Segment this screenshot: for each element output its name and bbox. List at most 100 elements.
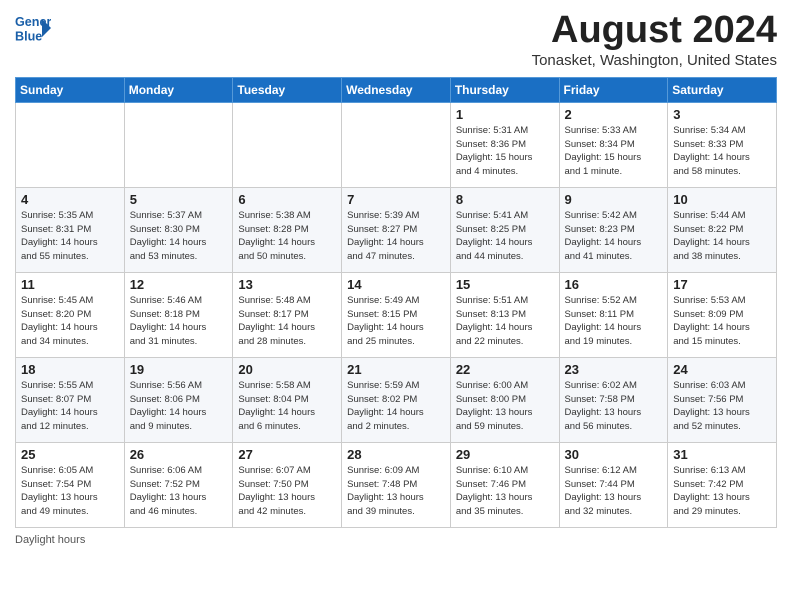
day-cell: 9Sunrise: 5:42 AM Sunset: 8:23 PM Daylig… bbox=[559, 187, 668, 272]
month-title: August 2024 bbox=[532, 10, 777, 52]
day-cell bbox=[233, 102, 342, 187]
day-info: Sunrise: 5:51 AM Sunset: 8:13 PM Dayligh… bbox=[456, 294, 554, 349]
day-number: 22 bbox=[456, 362, 554, 377]
day-number: 12 bbox=[130, 277, 228, 292]
day-info: Sunrise: 6:03 AM Sunset: 7:56 PM Dayligh… bbox=[673, 379, 771, 434]
day-cell: 4 Sunrise: 5:35 AM Sunset: 8:31 PM Daylig… bbox=[16, 187, 125, 272]
week-row-4: 18 Sunrise: 5:55 AM Sunset: 8:07 PM Dayli… bbox=[16, 357, 777, 442]
day-number: 17 bbox=[673, 277, 771, 292]
day-cell: 5 Sunrise: 5:37 AM Sunset: 8:30 PM Daylig… bbox=[124, 187, 233, 272]
col-header-friday: Friday bbox=[559, 77, 668, 102]
day-info: Sunrise: 5:58 AM Sunset: 8:04 PM Dayligh… bbox=[238, 379, 336, 434]
location-subtitle: Tonasket, Washington, United States bbox=[532, 52, 777, 69]
day-info: Sunrise: 6:06 AM Sunset: 7:52 PM Dayligh… bbox=[130, 464, 228, 519]
day-number: 6 bbox=[238, 192, 336, 207]
day-cell: 16 Sunrise: 5:52 AM Sunset: 8:11 PM Dayli… bbox=[559, 272, 668, 357]
day-cell bbox=[342, 102, 451, 187]
day-info: Sunrise: 5:33 AM Sunset: 8:34 PM Dayligh… bbox=[565, 124, 663, 179]
day-cell: 24 Sunrise: 6:03 AM Sunset: 7:56 PM Dayli… bbox=[668, 357, 777, 442]
day-info: Sunrise: 6:00 AM Sunset: 8:00 PM Dayligh… bbox=[456, 379, 554, 434]
day-cell: 29Sunrise: 6:10 AM Sunset: 7:46 PM Dayli… bbox=[450, 442, 559, 527]
calendar-table: SundayMondayTuesdayWednesdayThursdayFrid… bbox=[15, 77, 777, 528]
day-info: Sunrise: 5:31 AM Sunset: 8:36 PM Dayligh… bbox=[456, 124, 554, 179]
week-row-1: 1 Sunrise: 5:31 AM Sunset: 8:36 PM Daylig… bbox=[16, 102, 777, 187]
day-info: Sunrise: 5:59 AM Sunset: 8:02 PM Dayligh… bbox=[347, 379, 445, 434]
day-number: 30 bbox=[565, 447, 663, 462]
svg-text:Blue: Blue bbox=[15, 30, 42, 44]
day-cell bbox=[16, 102, 125, 187]
logo-icon: General Blue bbox=[15, 10, 51, 46]
day-info: Sunrise: 5:37 AM Sunset: 8:30 PM Dayligh… bbox=[130, 209, 228, 264]
day-cell bbox=[124, 102, 233, 187]
day-cell: 2 Sunrise: 5:33 AM Sunset: 8:34 PM Daylig… bbox=[559, 102, 668, 187]
day-cell: 11 Sunrise: 5:45 AM Sunset: 8:20 PM Dayli… bbox=[16, 272, 125, 357]
day-cell: 15 Sunrise: 5:51 AM Sunset: 8:13 PM Dayli… bbox=[450, 272, 559, 357]
day-info: Sunrise: 5:45 AM Sunset: 8:20 PM Dayligh… bbox=[21, 294, 119, 349]
day-cell: 1 Sunrise: 5:31 AM Sunset: 8:36 PM Daylig… bbox=[450, 102, 559, 187]
day-number: 4 bbox=[21, 192, 119, 207]
col-header-sunday: Sunday bbox=[16, 77, 125, 102]
calendar-header-row: SundayMondayTuesdayWednesdayThursdayFrid… bbox=[16, 77, 777, 102]
day-number: 1 bbox=[456, 107, 554, 122]
day-info: Sunrise: 5:53 AM Sunset: 8:09 PM Dayligh… bbox=[673, 294, 771, 349]
col-header-monday: Monday bbox=[124, 77, 233, 102]
day-info: Sunrise: 5:52 AM Sunset: 8:11 PM Dayligh… bbox=[565, 294, 663, 349]
page-header: General Blue August 2024 Tonasket, Washi… bbox=[15, 10, 777, 69]
col-header-tuesday: Tuesday bbox=[233, 77, 342, 102]
day-number: 31 bbox=[673, 447, 771, 462]
day-number: 29 bbox=[456, 447, 554, 462]
day-number: 23 bbox=[565, 362, 663, 377]
day-info: Sunrise: 6:05 AM Sunset: 7:54 PM Dayligh… bbox=[21, 464, 119, 519]
title-area: August 2024 Tonasket, Washington, United… bbox=[532, 10, 777, 69]
day-number: 2 bbox=[565, 107, 663, 122]
day-info: Sunrise: 6:02 AM Sunset: 7:58 PM Dayligh… bbox=[565, 379, 663, 434]
day-cell: 25 Sunrise: 6:05 AM Sunset: 7:54 PM Dayli… bbox=[16, 442, 125, 527]
day-info: Sunrise: 6:07 AM Sunset: 7:50 PM Dayligh… bbox=[238, 464, 336, 519]
day-cell: 10Sunrise: 5:44 AM Sunset: 8:22 PM Dayli… bbox=[668, 187, 777, 272]
day-cell: 20Sunrise: 5:58 AM Sunset: 8:04 PM Dayli… bbox=[233, 357, 342, 442]
day-number: 14 bbox=[347, 277, 445, 292]
day-number: 5 bbox=[130, 192, 228, 207]
day-cell: 27 Sunrise: 6:07 AM Sunset: 7:50 PM Dayli… bbox=[233, 442, 342, 527]
day-number: 8 bbox=[456, 192, 554, 207]
day-cell: 14Sunrise: 5:49 AM Sunset: 8:15 PM Dayli… bbox=[342, 272, 451, 357]
day-number: 26 bbox=[130, 447, 228, 462]
day-number: 24 bbox=[673, 362, 771, 377]
daylight-label: Daylight hours bbox=[15, 534, 85, 546]
day-cell: 26 Sunrise: 6:06 AM Sunset: 7:52 PM Dayli… bbox=[124, 442, 233, 527]
day-info: Sunrise: 5:39 AM Sunset: 8:27 PM Dayligh… bbox=[347, 209, 445, 264]
day-info: Sunrise: 6:09 AM Sunset: 7:48 PM Dayligh… bbox=[347, 464, 445, 519]
day-number: 3 bbox=[673, 107, 771, 122]
day-number: 18 bbox=[21, 362, 119, 377]
day-cell: 8 Sunrise: 5:41 AM Sunset: 8:25 PM Daylig… bbox=[450, 187, 559, 272]
day-info: Sunrise: 5:35 AM Sunset: 8:31 PM Dayligh… bbox=[21, 209, 119, 264]
day-cell: 19 Sunrise: 5:56 AM Sunset: 8:06 PM Dayli… bbox=[124, 357, 233, 442]
day-number: 9 bbox=[565, 192, 663, 207]
day-number: 15 bbox=[456, 277, 554, 292]
day-info: Sunrise: 5:41 AM Sunset: 8:25 PM Dayligh… bbox=[456, 209, 554, 264]
day-cell: 18 Sunrise: 5:55 AM Sunset: 8:07 PM Dayli… bbox=[16, 357, 125, 442]
logo: General Blue bbox=[15, 10, 53, 46]
day-cell: 21 Sunrise: 5:59 AM Sunset: 8:02 PM Dayli… bbox=[342, 357, 451, 442]
day-number: 21 bbox=[347, 362, 445, 377]
day-cell: 17 Sunrise: 5:53 AM Sunset: 8:09 PM Dayli… bbox=[668, 272, 777, 357]
day-info: Sunrise: 5:55 AM Sunset: 8:07 PM Dayligh… bbox=[21, 379, 119, 434]
col-header-thursday: Thursday bbox=[450, 77, 559, 102]
day-number: 16 bbox=[565, 277, 663, 292]
day-cell: 3 Sunrise: 5:34 AM Sunset: 8:33 PM Daylig… bbox=[668, 102, 777, 187]
day-info: Sunrise: 5:46 AM Sunset: 8:18 PM Dayligh… bbox=[130, 294, 228, 349]
day-cell: 13Sunrise: 5:48 AM Sunset: 8:17 PM Dayli… bbox=[233, 272, 342, 357]
day-info: Sunrise: 5:38 AM Sunset: 8:28 PM Dayligh… bbox=[238, 209, 336, 264]
day-number: 11 bbox=[21, 277, 119, 292]
day-number: 25 bbox=[21, 447, 119, 462]
day-number: 27 bbox=[238, 447, 336, 462]
day-info: Sunrise: 5:56 AM Sunset: 8:06 PM Dayligh… bbox=[130, 379, 228, 434]
day-cell: 6 Sunrise: 5:38 AM Sunset: 8:28 PM Daylig… bbox=[233, 187, 342, 272]
footer: Daylight hours bbox=[15, 534, 777, 546]
day-info: Sunrise: 5:34 AM Sunset: 8:33 PM Dayligh… bbox=[673, 124, 771, 179]
day-info: Sunrise: 6:13 AM Sunset: 7:42 PM Dayligh… bbox=[673, 464, 771, 519]
day-number: 19 bbox=[130, 362, 228, 377]
week-row-3: 11 Sunrise: 5:45 AM Sunset: 8:20 PM Dayli… bbox=[16, 272, 777, 357]
day-cell: 22 Sunrise: 6:00 AM Sunset: 8:00 PM Dayli… bbox=[450, 357, 559, 442]
day-info: Sunrise: 5:48 AM Sunset: 8:17 PM Dayligh… bbox=[238, 294, 336, 349]
